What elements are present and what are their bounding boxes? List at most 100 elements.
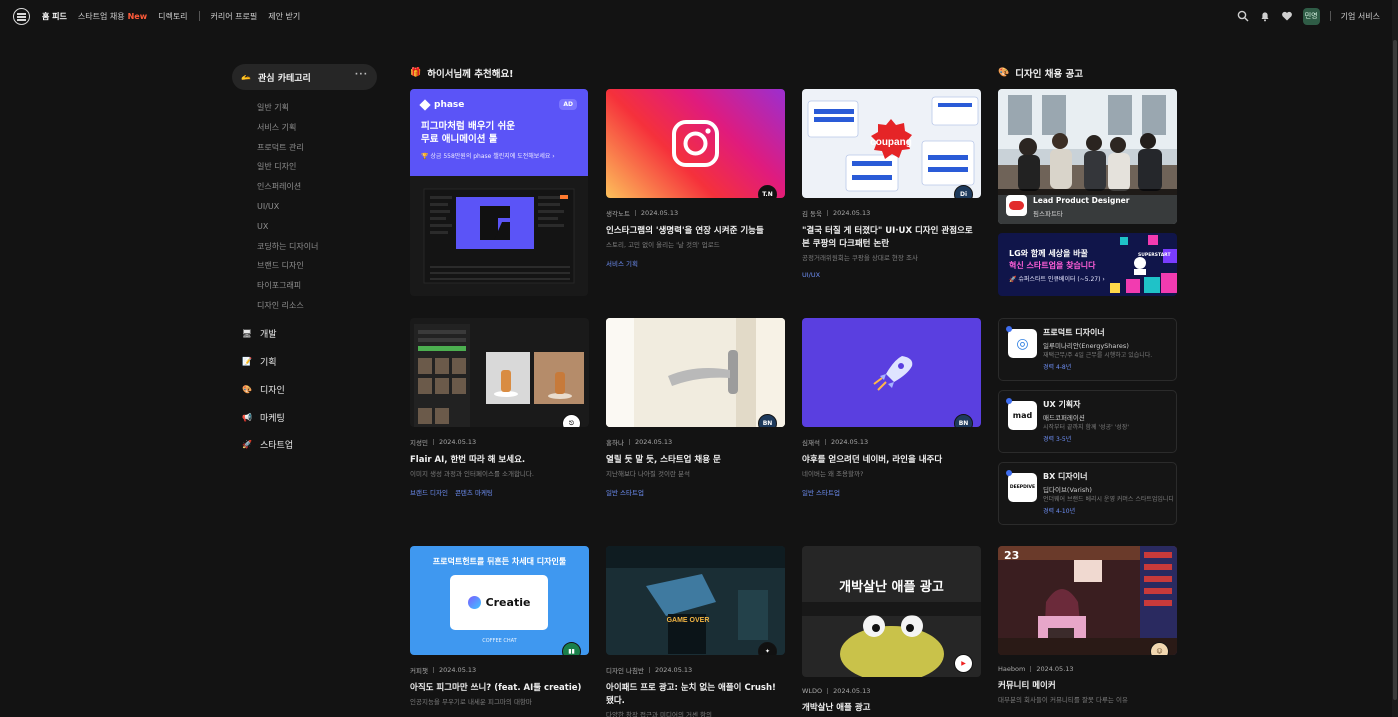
sidebar-sub-item[interactable]: UI/UX <box>257 197 377 217</box>
card-title[interactable]: 인스타그램의 '생명력'을 연장 시켜준 기능들 <box>606 225 785 238</box>
search-icon[interactable] <box>1237 10 1249 22</box>
author-badge: Di <box>954 185 973 198</box>
job-listing[interactable]: DEEPDIVE BX 디자이너 딥다이브(Varish) 언더웨어 브랜드 베… <box>998 462 1177 525</box>
sidebar-sub-item[interactable]: 디자인 리소스 <box>257 296 377 316</box>
post-card[interactable]: 개박살난 애플 광고 ▶ WLDO 2024.05.13 개박살난 애플 광고 <box>802 546 981 715</box>
nav-links: 홈 피드 스타트업 채용 New 디렉토리 커리어 프로필 제안 받기 <box>42 0 300 32</box>
sidebar-sub-item[interactable]: 일반 기획 <box>257 98 377 118</box>
card-meta: 지성민 2024.05.13 <box>410 437 589 447</box>
post-card[interactable]: coupang Di 김 동욱 2024.05.13 "결국 터질 게 터졌다" … <box>802 89 981 279</box>
sidebar-sub-item[interactable]: UX <box>257 217 377 237</box>
sidebar-item-label: 마케팅 <box>260 413 285 424</box>
card-desc: 인공지능을 무우기로 내세운 피그마의 대항마 <box>410 698 532 706</box>
ad-brand: phase <box>419 99 577 111</box>
card-thumbnail: BN <box>606 318 785 427</box>
card-tag[interactable]: 브랜드 디자인 <box>410 487 448 497</box>
card-title[interactable]: Flair AI, 한번 따라 해 보세요. <box>410 454 589 467</box>
card-title[interactable]: 커뮤니티 메이커 <box>998 680 1177 693</box>
ad-subtext[interactable]: 🏆 상금 558만원의 phase 챌린지에 도전해보세요 › <box>421 151 577 160</box>
card-tag[interactable]: 콘텐츠 마케팅 <box>455 487 493 497</box>
phase-logo-icon <box>419 99 431 111</box>
card-title[interactable]: 열릴 듯 말 듯, 스타트업 채용 문 <box>606 454 785 467</box>
job-desc: 언더웨어 브랜드 베리시 운영 커머스 스타트업입니다 <box>1043 496 1173 503</box>
card-title[interactable]: 아이패드 프로 광고: 눈치 없는 애플이 Crush! 됐다. <box>606 682 785 708</box>
post-card[interactable]: 23 ☺ Haebom 2024.05.13 커뮤니티 메이커 대부분의 회사들이… <box>998 546 1177 704</box>
creatie-logo-text: Creatie <box>485 596 531 609</box>
sidebar-sub-item[interactable]: 코딩하는 디자이너 <box>257 237 377 257</box>
ad-editor-preview <box>410 176 588 296</box>
card-author: 지성민 <box>410 439 428 447</box>
sidebar-sub-item[interactable]: 인스퍼레이션 <box>257 177 377 197</box>
sidebar-item-startup[interactable]: 🚀 스타트업 <box>232 431 377 459</box>
author-badge: ✦ <box>758 642 777 655</box>
card-tags: 일반 스타트업 <box>802 487 981 497</box>
sidebar-item-planning[interactable]: 📝 기획 <box>232 348 377 376</box>
card-tag[interactable]: 일반 스타트업 <box>606 487 644 497</box>
job-listing[interactable]: ◎ 프로덕트 디자이너 일루미나리안(EnergyShares) 재택근무/주 … <box>998 318 1177 381</box>
job-listing[interactable]: mad UX 기획자 매드코퍼레이션 시작부터 끝까지 함께 '성공' '성장'… <box>998 390 1177 453</box>
job-feature-card[interactable]: Lead Product Designer 핌스파트타 <box>998 89 1177 224</box>
nav-offers[interactable]: 제안 받기 <box>268 11 300 22</box>
rocket-illustration <box>873 356 913 391</box>
bell-icon[interactable] <box>1259 10 1271 22</box>
nav-divider <box>198 11 200 21</box>
card-tag[interactable]: UI/UX <box>802 271 820 279</box>
more-icon[interactable]: ··· <box>355 70 368 80</box>
card-tag[interactable]: 서비스 기획 <box>606 258 638 268</box>
sidebar-sub-item[interactable]: 서비스 기획 <box>257 118 377 138</box>
company-logo: mad <box>1008 401 1037 430</box>
company-service-link[interactable]: 기업 서비스 <box>1341 11 1380 22</box>
card-meta: 심재석 2024.05.13 <box>802 437 981 447</box>
post-card[interactable]: GAME OVER ✦ 디자인 나침반 2024.05.13 아이패드 프로 광고… <box>606 546 785 717</box>
sidebar-item-design[interactable]: 🎨 디자인 <box>232 375 377 403</box>
card-date: 2024.05.13 <box>833 209 871 217</box>
post-card[interactable]: BN 홍하나 2024.05.13 열릴 듯 말 듯, 스타트업 채용 문 지난해… <box>606 318 785 497</box>
nav-actions: 민영 기업 서비스 <box>1237 0 1380 32</box>
card-meta: 홍하나 2024.05.13 <box>606 437 785 447</box>
superstart-banner[interactable]: SUPERSTART LG와 함께 세상을 바꿀 혁신 스타트업을 찾습니다 🚀… <box>998 233 1177 296</box>
divider <box>648 667 650 673</box>
instagram-logo-icon <box>672 120 719 167</box>
creatie-logo: Creatie <box>450 575 548 630</box>
card-title[interactable]: 개박살난 애플 광고 <box>802 702 981 715</box>
nav-career-profile[interactable]: 커리어 프로필 <box>211 11 258 22</box>
scrollbar[interactable] <box>1392 0 1398 717</box>
logo-icon[interactable] <box>13 8 30 25</box>
post-card[interactable]: ⎋ 지성민 2024.05.13 Flair AI, 한번 따라 해 보세요. 이… <box>410 318 589 497</box>
creatie-logo-icon <box>467 596 481 609</box>
card-desc: 공정거래위원회는 쿠팡을 상대로 현장 조사 <box>802 254 918 262</box>
card-tags: 일반 스타트업 <box>606 487 785 497</box>
company-logo: ◎ <box>1008 329 1037 358</box>
ad-headline-line: 피그마처럼 배우기 쉬운 <box>421 121 516 132</box>
divider <box>827 210 829 216</box>
nav-startup-jobs[interactable]: 스타트업 채용 New <box>78 11 147 22</box>
card-thumbnail: 프로덕트헌트를 뒤흔든 차세대 디자인툴 Creatie COFFEE CHAT… <box>410 546 589 655</box>
heart-icon[interactable] <box>1281 10 1293 22</box>
sidebar-item-marketing[interactable]: 📢 마케팅 <box>232 403 377 431</box>
sidebar-header[interactable]: 🫴 관심 카테고리 ··· <box>232 64 377 90</box>
author-badge: ☺ <box>1150 642 1169 655</box>
sidebar-item-dev[interactable]: 🖥 개발 <box>232 320 377 348</box>
card-title[interactable]: "결국 터질 게 터졌다" UI·UX 디자인 관점으로 본 쿠팡의 다크패턴 … <box>802 225 981 251</box>
post-card[interactable]: BN 심재석 2024.05.13 야후를 얻으려던 네이버, 라인을 내주다 네… <box>802 318 981 497</box>
thumb-text: coupang <box>870 137 912 148</box>
card-thumbnail: BN <box>802 318 981 427</box>
sidebar-sub-item[interactable]: 타이포그래피 <box>257 276 377 296</box>
ad-header: phase AD 피그마처럼 배우기 쉬운 무료 애니메이션 툴 🏆 상금 558… <box>410 89 588 176</box>
nav-directory[interactable]: 디렉토리 <box>158 11 187 22</box>
card-title[interactable]: 아직도 피그마만 쓰니? (feat. AI툴 creatie) <box>410 682 589 695</box>
post-card[interactable]: 프로덕트헌트를 뒤흔든 차세대 디자인툴 Creatie COFFEE CHAT… <box>410 546 589 706</box>
card-tag[interactable]: 일반 스타트업 <box>802 487 840 497</box>
post-card[interactable]: T.N 생각노트 2024.05.13 인스타그램의 '생명력'을 연장 시켜준 … <box>606 89 785 268</box>
company-logo: DEEPDIVE <box>1008 473 1037 502</box>
sidebar-sub-item[interactable]: 일반 디자인 <box>257 157 377 177</box>
sidebar-sub-item[interactable]: 브랜드 디자인 <box>257 256 377 276</box>
card-author: 홍하나 <box>606 439 624 447</box>
divider <box>827 688 829 694</box>
nav-home[interactable]: 홈 피드 <box>42 11 67 22</box>
card-tags: 서비스 기획 <box>606 258 785 268</box>
card-title[interactable]: 야후를 얻으려던 네이버, 라인을 내주다 <box>802 454 981 467</box>
sidebar-sub-item[interactable]: 프로덕트 관리 <box>257 138 377 158</box>
phase-ad-card[interactable]: phase AD 피그마처럼 배우기 쉬운 무료 애니메이션 툴 🏆 상금 558… <box>410 89 588 296</box>
avatar[interactable]: 민영 <box>1302 7 1320 25</box>
